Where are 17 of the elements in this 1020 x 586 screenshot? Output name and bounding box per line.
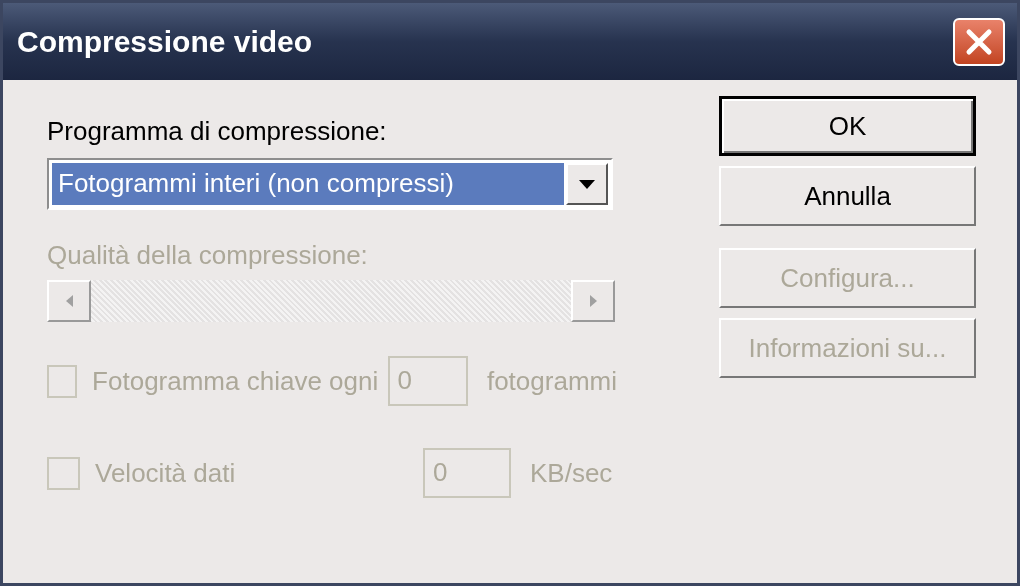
- compressor-dropdown[interactable]: Fotogrammi interi (non compressi): [47, 158, 613, 210]
- checkbox-label: Velocità dati: [95, 456, 237, 490]
- dialog-button[interactable]: Annulla: [719, 166, 976, 226]
- right-arrow-icon: [589, 295, 597, 307]
- close-icon: [965, 27, 993, 56]
- dropdown-value: Fotogrammi interi (non compressi): [52, 163, 564, 205]
- caret-icon: [579, 179, 595, 189]
- compressor-label: Programma di compressione:: [47, 115, 388, 148]
- window-title: Compressione video: [17, 24, 313, 60]
- unit-label: KB/sec: [530, 456, 613, 490]
- left-arrow-icon: [65, 295, 73, 307]
- unit-label: fotogrammi: [486, 364, 617, 398]
- checkbox-label: Fotogramma chiave ogni: [92, 364, 380, 398]
- close-button[interactable]: [953, 17, 1005, 66]
- quality-label: Qualità della compressione:: [47, 239, 369, 272]
- dialog-button[interactable]: OK: [719, 96, 976, 156]
- dropdown-arrow-button[interactable]: [566, 163, 608, 205]
